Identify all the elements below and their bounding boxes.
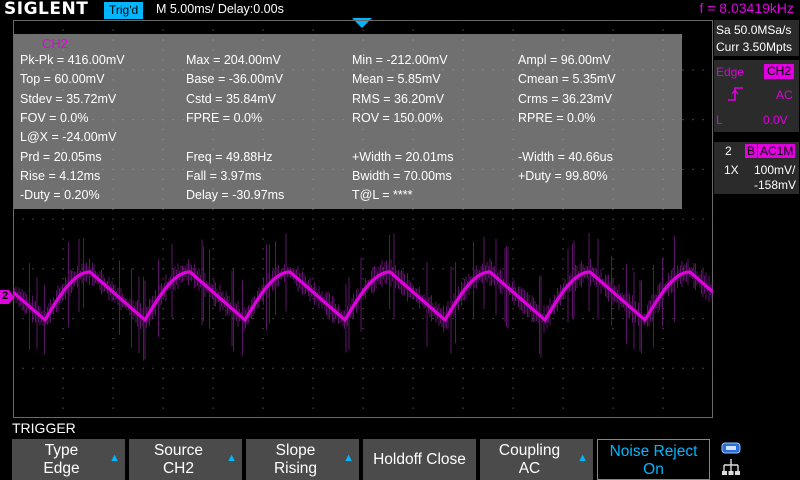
trigger-source-button[interactable]: Source CH2 ▲ bbox=[129, 439, 242, 480]
channel-number: 2 bbox=[725, 144, 732, 158]
right-info-panel: Sa 50.0MSa/s Curr 3.50Mpts Edge CH2 AC L… bbox=[713, 20, 800, 418]
measurement-value: +Duty = 99.80% bbox=[518, 168, 608, 183]
trigger-slope-button[interactable]: Slope Rising ▲ bbox=[246, 439, 359, 480]
holdoff-button[interactable]: Holdoff Close bbox=[363, 439, 476, 480]
menu-title: TRIGGER bbox=[12, 420, 76, 436]
vertical-scale: 100mV/ bbox=[754, 163, 796, 177]
measurement-value: Mean = 5.85mV bbox=[352, 72, 441, 87]
trigger-level-value: 0.0V bbox=[763, 113, 788, 127]
usb-network-icon bbox=[721, 442, 741, 475]
measurement-value: T@L = **** bbox=[352, 188, 413, 203]
measurement-value: Prd = 20.05ms bbox=[20, 149, 102, 164]
softkey-menu: Type Edge ▲ Source CH2 ▲ Slope Rising ▲ … bbox=[0, 437, 800, 480]
probe-attenuation: 1X bbox=[724, 163, 739, 177]
frequency-counter: f = 8.03419kHz bbox=[699, 0, 794, 16]
up-arrow-icon: ▲ bbox=[109, 452, 120, 464]
measurement-value: Crms = 36.23mV bbox=[518, 91, 613, 106]
trigger-type-label: Edge bbox=[716, 65, 745, 79]
up-arrow-icon: ▲ bbox=[577, 452, 588, 464]
measurement-value: Delay = -30.97ms bbox=[186, 188, 285, 203]
ch2-marker-label: 2 bbox=[2, 290, 9, 302]
measurement-value: Fall = 3.97ms bbox=[186, 168, 262, 183]
measurement-channel-label: CH2 bbox=[42, 36, 69, 51]
measurement-value: Base = -36.00mV bbox=[186, 72, 283, 87]
measurement-value: Rise = 4.12ms bbox=[20, 168, 101, 183]
trigger-level-label: L bbox=[716, 113, 723, 127]
measurement-value: Bwidth = 70.00ms bbox=[352, 168, 452, 183]
measurement-value: FOV = 0.0% bbox=[20, 110, 89, 125]
measurement-value: ROV = 150.00% bbox=[352, 110, 443, 125]
measurement-value: L@X = -24.00mV bbox=[20, 130, 117, 145]
measurement-panel: CH2 Pk-Pk = 416.00mV Max = 204.00mV Min = … bbox=[14, 34, 682, 209]
trigger-coupling: AC bbox=[776, 88, 793, 102]
measurement-value: FPRE = 0.0% bbox=[186, 110, 263, 125]
memory-depth: Curr 3.50Mpts bbox=[716, 40, 793, 54]
trigger-coupling-button[interactable]: Coupling AC ▲ bbox=[480, 439, 593, 480]
measurement-value: -Width = 40.66us bbox=[518, 149, 613, 164]
up-arrow-icon: ▲ bbox=[343, 452, 354, 464]
measurement-value: +Width = 20.01ms bbox=[352, 149, 454, 164]
noise-reject-button[interactable]: Noise Reject On bbox=[597, 439, 710, 480]
sample-rate: Sa 50.0MSa/s bbox=[716, 23, 792, 37]
measurement-value: -Duty = 0.20% bbox=[20, 188, 100, 203]
measurement-value: Pk-Pk = 416.00mV bbox=[20, 53, 125, 67]
top-bar: SIGLENT Trig'd M 5.00ms/ Delay:0.00s f =… bbox=[0, 0, 800, 28]
measurement-value: Max = 204.00mV bbox=[186, 53, 281, 67]
measurement-value: Top = 60.00mV bbox=[20, 72, 105, 87]
measurement-value: RPRE = 0.0% bbox=[518, 110, 596, 125]
bandwidth-limit-flag: B bbox=[745, 144, 758, 158]
timebase-readout: M 5.00ms/ Delay:0.00s bbox=[156, 2, 284, 16]
measurement-value: Ampl = 96.00mV bbox=[518, 53, 611, 67]
up-arrow-icon: ▲ bbox=[226, 452, 237, 464]
measurement-value: Cstd = 35.84mV bbox=[186, 91, 276, 106]
channel-coupling-tag: AC1M bbox=[758, 144, 796, 158]
measurement-value: Freq = 49.88Hz bbox=[186, 149, 273, 164]
rising-edge-icon bbox=[728, 87, 743, 101]
measurement-value: Cmean = 5.35mV bbox=[518, 72, 616, 87]
measurement-value: Stdev = 35.72mV bbox=[20, 91, 117, 106]
brand-logo: SIGLENT bbox=[4, 0, 89, 19]
trigger-source-tag: CH2 bbox=[764, 64, 795, 79]
measurement-value: RMS = 36.20mV bbox=[352, 91, 445, 106]
measurement-value: Min = -212.00mV bbox=[352, 53, 448, 67]
vertical-offset: -158mV bbox=[754, 178, 797, 192]
trigger-status-badge: Trig'd bbox=[104, 2, 144, 19]
trigger-type-button[interactable]: Type Edge ▲ bbox=[12, 439, 125, 480]
